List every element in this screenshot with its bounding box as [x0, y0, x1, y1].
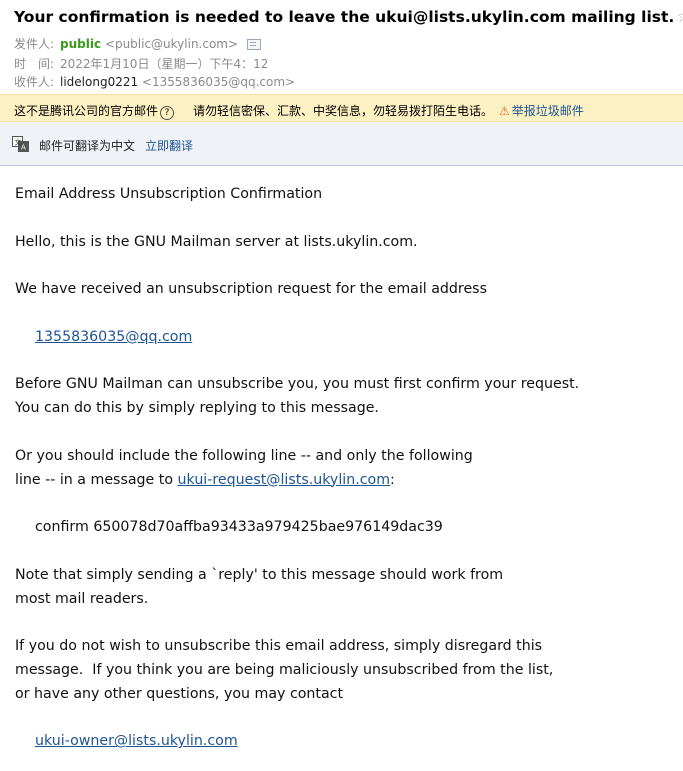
mail-body: Email Address Unsubscription Confirmatio…	[15, 183, 665, 754]
request-address-link[interactable]: ukui-request@lists.ukylin.com	[178, 472, 390, 488]
email-line: 1355836035@qq.com	[15, 326, 665, 350]
body-line: Email Address Unsubscription Confirmatio…	[15, 186, 323, 202]
svg-text:A: A	[21, 144, 26, 152]
report-spam-link[interactable]: ⚠ 举报垃圾邮件	[499, 102, 584, 119]
body-line: Before GNU Mailman can unsubscribe you, …	[15, 376, 580, 393]
recipient-address: <1355836035@qq.com>	[141, 75, 296, 89]
owner-address-link[interactable]: ukui-owner@lists.ukylin.com	[35, 733, 238, 749]
translate-bar: 文 A 邮件可翻译为中文 立即翻译	[0, 122, 683, 166]
recipient-name[interactable]: lidelong0221	[60, 75, 138, 89]
from-row: 发件人: public <public@ukylin.com>	[14, 35, 262, 52]
translate-now-link[interactable]: 立即翻译	[145, 137, 193, 154]
subscriber-email-link[interactable]: 1355836035@qq.com	[35, 329, 192, 345]
star-icon[interactable]: ☆	[676, 7, 683, 27]
report-icon: ⚠	[499, 104, 510, 118]
body-line: Or you should include the following line…	[15, 447, 473, 464]
translate-prompt: 邮件可翻译为中文	[39, 139, 136, 153]
body-line: most mail readers.	[15, 590, 149, 607]
sender-address: <public@ukylin.com>	[104, 37, 239, 51]
contact-card-icon[interactable]	[247, 39, 262, 50]
to-row: 收件人: lidelong0221 <1355836035@qq.com>	[14, 73, 295, 90]
mail-subject: Your confirmation is needed to leave the…	[14, 7, 683, 27]
body-line: You can do this by simply replying to th…	[15, 400, 379, 417]
body-line: Note that simply sending a `reply' to th…	[15, 566, 504, 583]
subject-text: Your confirmation is needed to leave the…	[14, 8, 675, 26]
time-value: 2022年1月10日（星期一）下午4：12	[60, 57, 269, 71]
confirm-command: confirm 650078d70affba93433a979425bae976…	[35, 519, 443, 536]
body-line: If you do not wish to unsubscribe this e…	[15, 638, 543, 655]
body-line: message. If you think you are being mali…	[15, 661, 554, 678]
security-warning-bar: 这不是腾讯公司的官方邮件? 请勿轻信密保、汇款、中奖信息，勿轻易拨打陌生电话。 …	[0, 94, 683, 122]
body-line: Hello, this is the GNU Mailman server at…	[15, 233, 418, 250]
time-label: 时 间:	[14, 57, 55, 71]
mail-header: Your confirmation is needed to leave the…	[0, 0, 683, 94]
sender-name[interactable]: public	[60, 37, 101, 51]
warning-text-caution: 请勿轻信密保、汇款、中奖信息，勿轻易拨打陌生电话。	[193, 104, 494, 118]
to-label: 收件人:	[14, 75, 55, 89]
body-line: We have received an unsubscription reque…	[15, 281, 487, 298]
body-line: line -- in a message to ukui-request@lis…	[15, 471, 395, 488]
warning-text-official: 这不是腾讯公司的官方邮件?	[14, 102, 178, 120]
from-label: 发件人:	[14, 37, 55, 51]
translate-icon: 文 A	[12, 136, 29, 152]
help-icon[interactable]: ?	[160, 106, 175, 120]
owner-line: ukui-owner@lists.ukylin.com	[15, 730, 665, 754]
time-row: 时 间: 2022年1月10日（星期一）下午4：12	[14, 55, 268, 72]
body-line: or have any other questions, you may con…	[15, 685, 344, 702]
